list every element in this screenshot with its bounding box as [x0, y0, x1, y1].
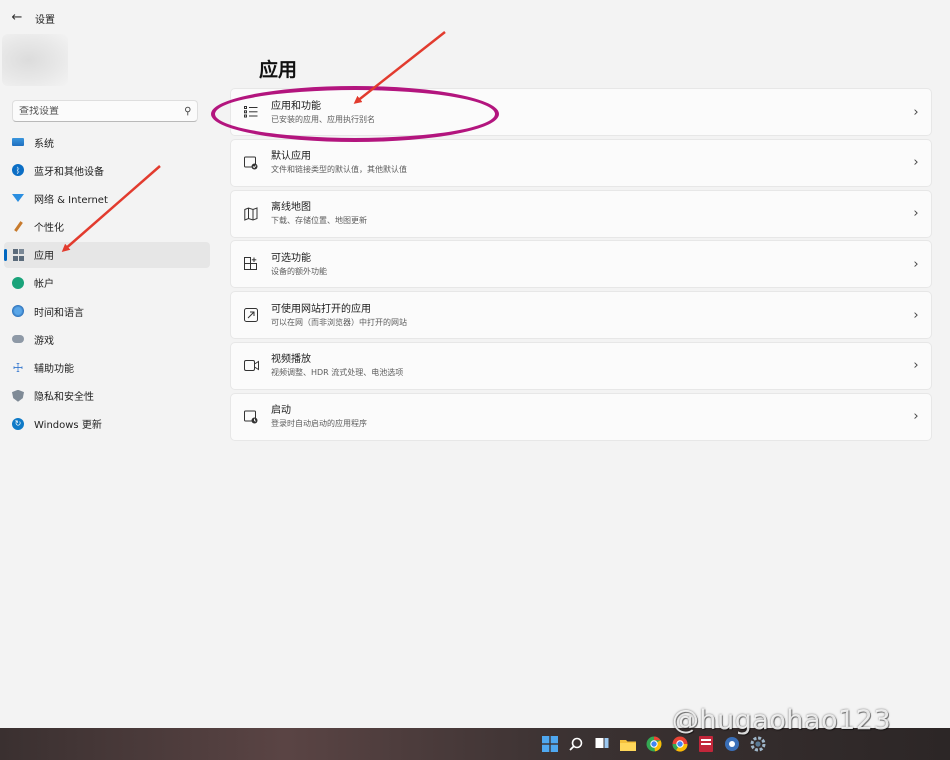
card-title: 默认应用: [271, 151, 311, 163]
card-title: 可选功能: [271, 252, 311, 264]
sidebar-item-gaming[interactable]: 游戏: [4, 326, 210, 352]
chevron-right-icon: ›: [913, 104, 919, 120]
settings-card-list: 应用和功能 已安装的应用、应用执行别名 › 默认应用 文件和链接类型的默认值，其…: [230, 88, 932, 444]
taskbar-icons: [540, 734, 768, 754]
start-windows-icon[interactable]: [540, 734, 560, 754]
bluetooth-icon: ᛒ: [12, 164, 24, 177]
sidebar-item-time-language[interactable]: 时间和语言: [4, 298, 210, 324]
card-title: 离线地图: [271, 202, 311, 214]
shield-icon: [12, 389, 24, 402]
card-subtitle: 登录时自动启动的应用程序: [271, 419, 367, 429]
title-bar: ← 设置: [0, 0, 950, 34]
sidebar-item-privacy[interactable]: 隐私和安全性: [4, 383, 210, 409]
card-apps-for-websites[interactable]: 可使用网站打开的应用 可以在网（而非浏览器）中打开的网站 ›: [230, 291, 932, 340]
add-feature-icon: [243, 256, 259, 272]
card-subtitle: 下载、存储位置、地图更新: [271, 216, 367, 226]
sidebar-item-label: 个性化: [34, 223, 64, 235]
card-subtitle: 文件和链接类型的默认值，其他默认值: [271, 165, 407, 175]
chevron-right-icon: ›: [913, 307, 919, 323]
card-apps-features[interactable]: 应用和功能 已安装的应用、应用执行别名 ›: [230, 88, 932, 136]
card-title: 应用和功能: [271, 100, 321, 112]
card-subtitle: 设备的额外功能: [271, 266, 327, 276]
chevron-right-icon: ›: [913, 358, 919, 374]
card-title: 可使用网站打开的应用: [271, 303, 371, 315]
wifi-icon: [12, 194, 24, 203]
card-video-playback[interactable]: 视频播放 视频调整、HDR 流式处理、电池选项 ›: [230, 341, 932, 390]
search-box[interactable]: ⚲: [12, 100, 198, 122]
chevron-right-icon: ›: [913, 256, 919, 272]
accessibility-icon: ☩: [12, 360, 24, 375]
brush-icon: [12, 221, 24, 233]
sidebar-item-windows-update[interactable]: ↻ Windows 更新: [4, 411, 210, 437]
sidebar-item-accounts[interactable]: 帐户: [4, 270, 210, 296]
card-optional-features[interactable]: 可选功能 设备的额外功能 ›: [230, 240, 932, 289]
file-explorer-icon[interactable]: [618, 734, 638, 754]
chevron-right-icon: ›: [913, 206, 919, 222]
sidebar-item-system[interactable]: 系统: [4, 129, 210, 155]
startup-icon: [243, 409, 259, 425]
sidebar-item-accessibility[interactable]: ☩ 辅助功能: [4, 355, 210, 381]
default-apps-icon: [243, 155, 259, 171]
sidebar-item-label: 系统: [34, 138, 54, 150]
sidebar-item-label: 蓝牙和其他设备: [34, 166, 104, 178]
chrome-icon[interactable]: [670, 734, 690, 754]
card-subtitle: 可以在网（而非浏览器）中打开的网站: [271, 317, 407, 327]
chrome-icon[interactable]: [644, 734, 664, 754]
sidebar-item-label: 时间和语言: [34, 307, 84, 319]
gamepad-icon: [12, 335, 24, 344]
sidebar-item-label: Windows 更新: [34, 420, 102, 432]
window-title: 设置: [35, 15, 55, 26]
map-icon: [243, 206, 259, 222]
sidebar-item-label: 帐户: [34, 279, 54, 291]
sidebar-item-label: 辅助功能: [34, 364, 74, 375]
card-subtitle: 已安装的应用、应用执行别名: [271, 114, 375, 124]
sidebar-item-bluetooth[interactable]: ᛒ 蓝牙和其他设备: [4, 157, 210, 183]
chevron-right-icon: ›: [913, 155, 919, 171]
chevron-right-icon: ›: [913, 409, 919, 425]
apps-icon: [12, 249, 24, 261]
sidebar-item-personalization[interactable]: 个性化: [4, 214, 210, 240]
back-button[interactable]: ←: [8, 8, 26, 26]
monitor-icon: [12, 138, 24, 146]
card-title: 启动: [271, 405, 291, 417]
task-view-icon[interactable]: [592, 734, 612, 754]
page-title: 应用: [259, 59, 298, 81]
sidebar-item-label: 应用: [34, 251, 54, 263]
arrow-left-icon: ←: [11, 9, 23, 25]
account-avatar-blurred[interactable]: [2, 34, 68, 86]
web-apps-icon: [243, 307, 259, 323]
card-title: 视频播放: [271, 354, 311, 366]
card-startup[interactable]: 启动 登录时自动启动的应用程序 ›: [230, 392, 932, 441]
update-icon: ↻: [12, 417, 24, 430]
search-input[interactable]: [19, 105, 184, 117]
sidebar-item-network[interactable]: 网络 & Internet: [4, 185, 210, 211]
sidebar-item-label: 网络 & Internet: [34, 194, 108, 206]
card-default-apps[interactable]: 默认应用 文件和链接类型的默认值，其他默认值 ›: [230, 138, 932, 187]
search-icon[interactable]: [566, 734, 586, 754]
watermark: @hugaohao123: [672, 705, 892, 736]
app-pinned-icon[interactable]: [722, 734, 742, 754]
globe-clock-icon: [12, 305, 24, 318]
sidebar-item-label: 游戏: [34, 335, 54, 347]
app-pinned-icon[interactable]: [696, 734, 716, 754]
person-icon: [12, 276, 24, 289]
search-icon[interactable]: ⚲: [184, 106, 191, 117]
card-offline-maps[interactable]: 离线地图 下载、存储位置、地图更新 ›: [230, 189, 932, 238]
settings-gear-icon[interactable]: [748, 734, 768, 754]
video-icon: [243, 358, 259, 374]
list-icon: [243, 104, 259, 120]
sidebar-item-apps[interactable]: 应用: [4, 241, 210, 268]
sidebar-nav: 系统 ᛒ 蓝牙和其他设备 网络 & Internet 个性化 应用 帐户 时间和…: [4, 129, 210, 439]
sidebar-item-label: 隐私和安全性: [34, 392, 94, 404]
card-subtitle: 视频调整、HDR 流式处理、电池选项: [271, 368, 404, 378]
